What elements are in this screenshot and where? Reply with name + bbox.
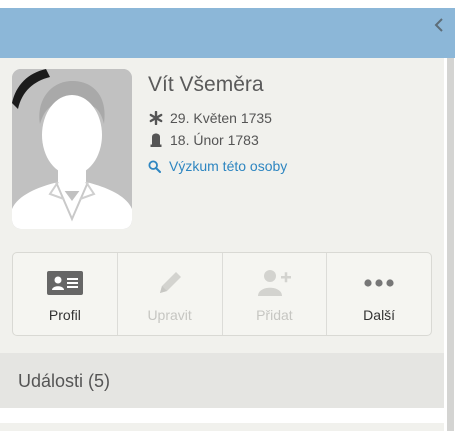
add-button[interactable]: Přidat: [223, 253, 328, 335]
id-card-icon: [13, 268, 117, 298]
scrollbar-thumb[interactable]: [447, 58, 454, 431]
events-section-body: [0, 408, 444, 423]
header-bar: [0, 8, 455, 58]
collapse-button[interactable]: [428, 8, 450, 42]
chevron-left-icon: [434, 18, 443, 32]
more-button-label: Další: [363, 307, 396, 323]
edit-button[interactable]: Upravit: [118, 253, 223, 335]
pencil-icon: [118, 268, 222, 298]
tombstone-icon: [148, 132, 164, 148]
birth-asterisk-icon: [148, 110, 164, 126]
add-person-icon: [223, 268, 327, 298]
person-name: Vít Všeměra: [148, 73, 264, 96]
birth-date: 29. Květen 1735: [170, 110, 272, 126]
research-link-label: Výzkum této osoby: [169, 158, 288, 174]
edit-button-label: Upravit: [147, 307, 192, 323]
profile-button[interactable]: Profil: [13, 253, 118, 335]
birth-row: 29. Květen 1735: [148, 109, 272, 127]
more-button[interactable]: Další: [327, 253, 431, 335]
death-row: 18. Únor 1783: [148, 131, 259, 149]
search-icon: [148, 159, 162, 173]
add-button-label: Přidat: [256, 307, 293, 323]
death-date: 18. Únor 1783: [170, 132, 259, 148]
action-bar: Profil Upravit Přidat Další: [12, 252, 432, 336]
mourning-ribbon-icon: [6, 63, 52, 113]
profile-button-label: Profil: [48, 307, 81, 323]
more-dots-icon: [327, 268, 431, 298]
events-section-title: Události (5): [18, 371, 111, 391]
research-link[interactable]: Výzkum této osoby: [148, 157, 287, 175]
